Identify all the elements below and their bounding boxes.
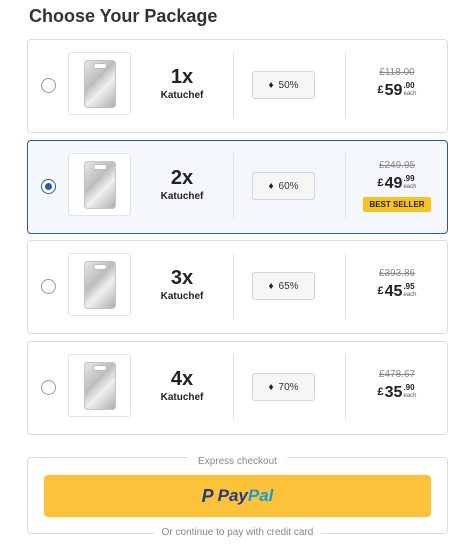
- credit-card-link[interactable]: Or continue to pay with credit card: [153, 527, 322, 538]
- cutting-board-icon: [83, 59, 116, 108]
- divider: [345, 253, 346, 319]
- price-block: £478.67 £ 35 .90 each: [358, 369, 436, 402]
- price-main: 59: [384, 82, 403, 99]
- tag-icon: ♦: [268, 180, 274, 192]
- package-radio-4[interactable]: [41, 380, 56, 395]
- divider: [233, 52, 234, 118]
- cutting-board-icon: [83, 260, 116, 309]
- package-option-3[interactable]: 3x Katuchef ♦ 65% £393.86 £ 45 .95 each: [27, 240, 448, 334]
- package-radio-2[interactable]: [41, 179, 56, 194]
- price-cents: .00: [403, 81, 415, 90]
- tag-icon: ♦: [268, 280, 274, 292]
- price-main: 45: [384, 283, 403, 300]
- divider: [233, 354, 234, 420]
- old-price: £393.86: [378, 268, 416, 279]
- package-option-1[interactable]: 1x Katuchef ♦ 50% £118.00 £ 59 .00 each: [27, 39, 448, 133]
- discount-badge: ♦ 50%: [252, 71, 315, 99]
- divider: [345, 354, 346, 420]
- discount-badge: ♦ 70%: [252, 373, 315, 401]
- currency-symbol: £: [377, 386, 384, 398]
- price-main: 35: [384, 384, 403, 401]
- price-block: £118.00 £ 59 .00 each: [358, 67, 436, 100]
- divider: [345, 52, 346, 118]
- price-cents: .95: [403, 282, 415, 291]
- price-cents: .90: [403, 383, 415, 392]
- discount-value: 65%: [278, 280, 299, 292]
- currency-symbol: £: [377, 84, 384, 96]
- product-name: Katuchef: [160, 291, 204, 302]
- divider: [233, 253, 234, 319]
- product-image: [68, 354, 131, 417]
- currency-symbol: £: [377, 285, 384, 297]
- package-radio-3[interactable]: [41, 279, 56, 294]
- package-quantity: 3x: [170, 267, 194, 289]
- price-block: £249.95 £ 49 .99 each BEST SELLER: [358, 160, 436, 212]
- discount-badge: ♦ 65%: [252, 272, 315, 300]
- product-image: [68, 153, 131, 216]
- price-block: £393.86 £ 45 .95 each: [358, 268, 436, 301]
- cutting-board-icon: [83, 160, 116, 209]
- price-main: 49: [384, 175, 403, 192]
- paypal-button[interactable]: P PayPal: [44, 475, 431, 517]
- best-seller-badge: BEST SELLER: [363, 197, 431, 212]
- express-checkout-label: Express checkout: [188, 456, 287, 467]
- package-option-2[interactable]: 2x Katuchef ♦ 60% £249.95 £ 49 .99 each …: [27, 140, 448, 234]
- package-option-4[interactable]: 4x Katuchef ♦ 70% £478.67 £ 35 .90 each: [27, 341, 448, 435]
- old-price: £118.00: [379, 67, 415, 78]
- product-name: Katuchef: [160, 191, 204, 202]
- discount-badge: ♦ 60%: [252, 172, 315, 200]
- product-name: Katuchef: [160, 392, 204, 403]
- price-each: each: [403, 393, 417, 399]
- product-name: Katuchef: [160, 90, 204, 101]
- discount-value: 70%: [278, 381, 299, 393]
- tag-icon: ♦: [268, 79, 274, 91]
- paypal-logo-icon: P: [201, 485, 214, 506]
- page-title: Choose Your Package: [29, 6, 218, 26]
- price-each: each: [403, 292, 417, 298]
- paypal-wordmark: PayPal: [217, 486, 274, 505]
- price-each: each: [403, 184, 417, 190]
- product-image: [68, 52, 131, 115]
- package-quantity: 4x: [170, 368, 194, 390]
- product-image: [68, 253, 131, 316]
- tag-icon: ♦: [268, 381, 274, 393]
- old-price: £478.67: [378, 369, 416, 380]
- cutting-board-icon: [83, 361, 116, 410]
- package-radio-1[interactable]: [41, 78, 56, 93]
- express-checkout-panel: Express checkout P PayPal Or continue to…: [27, 456, 448, 538]
- divider: [345, 153, 346, 219]
- currency-symbol: £: [377, 177, 384, 189]
- price-cents: .99: [403, 174, 415, 183]
- discount-value: 50%: [278, 79, 299, 91]
- price-each: each: [403, 91, 417, 97]
- package-quantity: 1x: [170, 66, 194, 88]
- old-price: £249.95: [378, 160, 416, 171]
- divider: [233, 153, 234, 219]
- package-quantity: 2x: [170, 167, 194, 189]
- discount-value: 60%: [278, 180, 299, 192]
